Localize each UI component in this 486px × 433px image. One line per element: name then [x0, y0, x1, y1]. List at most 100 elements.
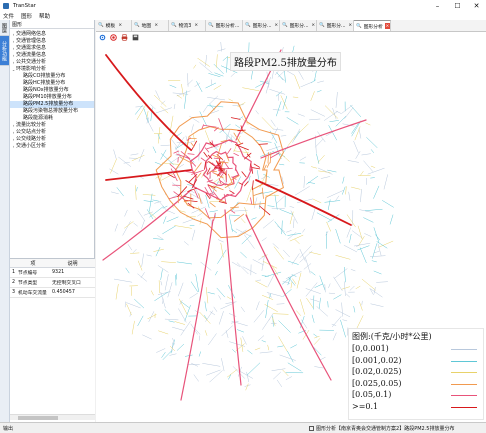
menu-help[interactable]: 帮助	[39, 12, 50, 20]
minimize-button[interactable]: –	[428, 0, 447, 11]
close-button[interactable]: ✕	[467, 0, 486, 11]
tab-0[interactable]: 🔍 模板 ×	[96, 20, 132, 31]
road-segment	[115, 283, 119, 300]
road-segment	[214, 185, 222, 190]
maximize-button[interactable]: ☐	[448, 0, 467, 11]
legend-label: [0.001,0.02)	[352, 355, 402, 365]
tab-6[interactable]: 🔍 图形分... ×	[317, 20, 354, 31]
menu-file[interactable]: 文件	[3, 12, 14, 20]
tree-item[interactable]: 路段PM10排放量分布	[10, 94, 94, 101]
road-segment	[341, 302, 343, 317]
tab-close-icon[interactable]: ×	[153, 23, 159, 29]
properties-header: 项 说明	[10, 259, 95, 268]
road-segment	[361, 153, 371, 156]
tab-close-icon[interactable]: ×	[117, 23, 123, 29]
road-segment	[229, 190, 235, 194]
road-segment	[272, 109, 281, 111]
tab-5[interactable]: 🔍 图形分... ×	[280, 20, 317, 31]
road-segment	[305, 288, 321, 294]
road-segment	[225, 301, 237, 304]
road-segment	[370, 303, 384, 307]
tab-close-icon[interactable]: ×	[384, 23, 390, 29]
tree-item-label: 公交线路分析	[16, 136, 47, 142]
settings-icon[interactable]	[99, 34, 106, 41]
legend-swatch	[451, 349, 477, 350]
road-segment	[270, 119, 276, 127]
vtab-analysis[interactable]: 分析功能	[0, 36, 9, 66]
tree-item[interactable]: 路段污染物总排放量分布	[10, 108, 94, 115]
road-segment	[370, 149, 374, 153]
menu-graph[interactable]: 图形	[21, 12, 32, 20]
tree-item[interactable]: 路段PM2.5排放量分布	[10, 101, 94, 108]
tree-item[interactable]: 路段能源消耗	[10, 115, 94, 122]
tree-item[interactable]: › 流量比较分析	[10, 122, 94, 129]
tree-item[interactable]: › 公共交通分析	[10, 59, 94, 66]
road-segment	[353, 140, 359, 153]
road-segment	[287, 362, 302, 372]
tree-item[interactable]: 路段HC排放量分布	[10, 80, 94, 87]
road-segment	[297, 113, 305, 117]
road-segment	[327, 301, 329, 308]
road-segment	[240, 218, 246, 224]
road-segment	[255, 280, 268, 288]
road-segment	[230, 206, 239, 209]
properties-hscroll[interactable]	[10, 414, 95, 420]
vtab-layers[interactable]: 图层	[0, 20, 9, 36]
road-segment	[355, 285, 361, 289]
road-segment	[327, 190, 344, 198]
tree-item-label: 路段PM10排放量分布	[23, 94, 72, 100]
road-segment	[197, 212, 204, 217]
road-segment	[279, 209, 293, 215]
road-segment	[335, 110, 342, 114]
legend-item: [0.05,0.1)	[349, 389, 483, 401]
road-segment	[209, 193, 215, 195]
tree-item[interactable]: › 交通管理信息	[10, 38, 94, 45]
road-segment	[266, 146, 281, 152]
tab-4[interactable]: 🔍 图形分... ×	[243, 20, 280, 31]
scroll-thumb[interactable]	[18, 416, 58, 420]
export-icon[interactable]	[132, 34, 139, 41]
tree-item[interactable]: › 公交线路分析	[10, 136, 94, 143]
road-segment	[240, 337, 244, 352]
tree-item[interactable]: › 交通流量信息	[10, 52, 94, 59]
road-segment	[361, 300, 363, 306]
road-segment	[315, 138, 324, 148]
road-segment	[184, 354, 193, 357]
road-segment	[157, 265, 169, 273]
record-icon[interactable]	[110, 33, 117, 41]
property-row[interactable]: 3 机动车交流量 0.450457	[10, 288, 95, 298]
tree-item[interactable]: › 公交站点分析	[10, 129, 94, 136]
print-icon[interactable]	[121, 33, 128, 41]
tab-3[interactable]: 🔍图形分析...×	[206, 20, 243, 31]
road-segment	[355, 151, 361, 159]
road-segment	[287, 232, 297, 240]
property-row[interactable]: 2 节点类型 无控制交叉口	[10, 278, 95, 288]
tab-1[interactable]: 🔍 地图 ×	[132, 20, 169, 31]
road-segment	[267, 344, 270, 351]
tab-7[interactable]: 🔍 图形分析 ×	[354, 20, 391, 31]
road-segment	[158, 330, 169, 335]
tab-close-icon[interactable]: ×	[193, 23, 199, 29]
tree-item-label: 交通管理信息	[16, 38, 47, 44]
road-segment	[348, 191, 351, 201]
road-segment	[152, 199, 160, 202]
tree-item[interactable]: 路段NOx排放量分布	[10, 87, 94, 94]
tab-close-icon[interactable]: ×	[274, 23, 279, 29]
tree-item[interactable]: › 交通需求信息	[10, 45, 94, 52]
tree-item[interactable]: › 交通网络信息	[10, 31, 94, 38]
road-segment	[213, 84, 222, 90]
tree-item[interactable]: ⌄ 环境影响分析	[10, 66, 94, 73]
tab-2[interactable]: 🔍 物流3 ×	[169, 20, 206, 31]
road-segment	[314, 338, 321, 345]
property-row[interactable]: 1 节点编号 9321	[10, 268, 95, 278]
road-segment	[137, 315, 144, 327]
tree-item[interactable]: 路段CO排放量分布	[10, 73, 94, 80]
road-segment	[292, 128, 301, 143]
tab-close-icon[interactable]: ×	[348, 23, 353, 29]
road-segment	[319, 275, 326, 291]
map-canvas[interactable]: 路段PM2.5排放量分布 图例:(千克/小时*公里) [0,0.001) [0.0…	[96, 42, 486, 422]
road-segment	[137, 210, 146, 222]
road-segment	[226, 296, 232, 300]
tree-item[interactable]: › 交通小区分析	[10, 143, 94, 150]
tab-close-icon[interactable]: ×	[311, 23, 316, 29]
